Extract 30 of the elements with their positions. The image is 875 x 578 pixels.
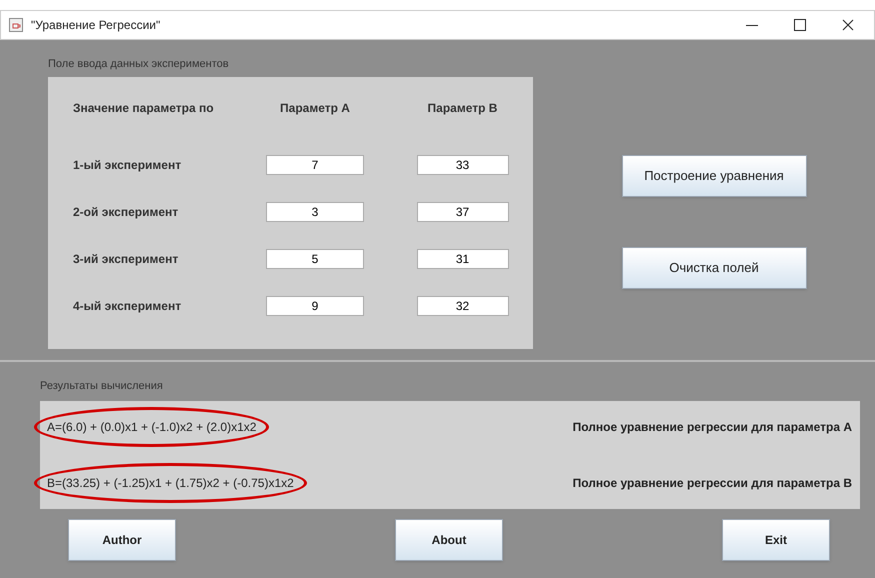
formula: B=(33.25) + (-1.25)x1 + (1.75)x2 + (-0.75)x1x2	[47, 476, 294, 490]
action-button[interactable]: Очистка полей	[622, 247, 806, 289]
section-title: Поле ввода данных экспериментов	[48, 57, 230, 72]
dialog-button[interactable]: Author	[68, 518, 176, 560]
input-field[interactable]: 9	[266, 296, 364, 316]
column-header: Параметр В	[426, 100, 498, 116]
input-field[interactable]: 5	[266, 248, 364, 268]
row-label: 4-ый эксперимент	[72, 298, 182, 314]
column-header: Значение параметра по	[72, 100, 215, 116]
row-label: 3-ий эксперимент	[72, 250, 180, 268]
formula-description: Полное уравнение регрессии для параметра В	[572, 474, 852, 492]
input-field[interactable]: 7	[266, 154, 364, 174]
formula-description: Полное уравнение регрессии для параметра А	[572, 418, 852, 436]
dialog-button[interactable]: About	[395, 518, 503, 560]
section-title: Результаты вычисления	[40, 379, 164, 394]
column-header: Параметр А	[279, 100, 351, 116]
row-label: 1-ый эксперимент	[72, 156, 182, 174]
input-field[interactable]: 32	[416, 296, 508, 316]
input-field[interactable]: 33	[416, 154, 508, 174]
formula: A=(6.0) + (0.0)x1 + (-1.0)x2 + (2.0)x1x2	[47, 420, 256, 434]
row-label: 2-ой эксперимент	[72, 204, 180, 220]
maximize-icon[interactable]	[794, 19, 806, 31]
window-title: "Уравнение Регрессии"	[31, 17, 160, 34]
input-field[interactable]: 37	[416, 202, 508, 222]
input-field[interactable]: 3	[266, 202, 364, 222]
input-field[interactable]: 31	[416, 248, 508, 268]
action-button[interactable]: Построение уравнения	[622, 155, 806, 197]
coffee-cup-icon	[9, 18, 23, 32]
close-icon[interactable]	[842, 19, 854, 31]
dialog-button[interactable]: Exit	[722, 518, 830, 560]
